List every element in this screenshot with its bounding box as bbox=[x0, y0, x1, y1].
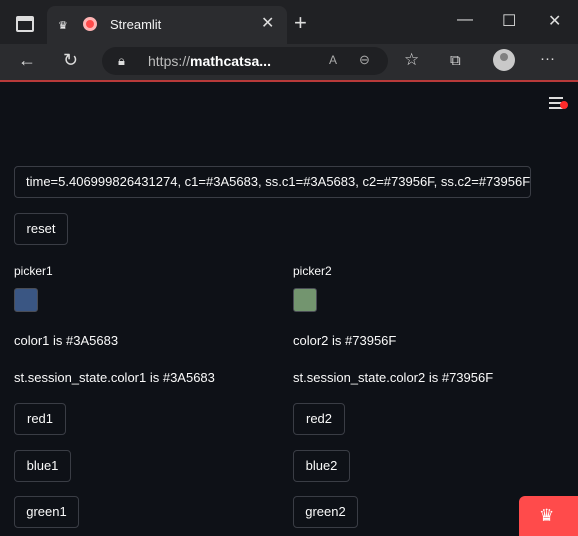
back-icon[interactable]: ← bbox=[18, 50, 36, 71]
collections-icon[interactable]: ⧉ bbox=[450, 52, 461, 69]
red2-button[interactable]: red2 bbox=[293, 403, 345, 435]
streamlit-badge[interactable]: ♛ bbox=[519, 496, 578, 536]
minimize-button[interactable]: — bbox=[457, 11, 473, 29]
crown-icon: ♛ bbox=[539, 506, 555, 525]
picker1-label: picker1 bbox=[14, 264, 53, 278]
color-picker1-swatch[interactable] bbox=[14, 288, 38, 312]
refresh-icon[interactable]: ↻ bbox=[63, 50, 78, 71]
crown-icon: ♛ bbox=[58, 20, 68, 32]
window-close-button[interactable]: ✕ bbox=[548, 11, 561, 31]
green1-button[interactable]: green1 bbox=[14, 496, 79, 528]
blue1-button[interactable]: blue1 bbox=[14, 450, 71, 482]
tab-actions-icon[interactable] bbox=[16, 16, 34, 32]
reset-button[interactable]: reset bbox=[14, 213, 68, 245]
record-icon bbox=[83, 17, 97, 31]
red1-button[interactable]: red1 bbox=[14, 403, 66, 435]
url-text: https://mathcatsa... bbox=[148, 53, 271, 69]
info-text: time=5.406999826431274, c1=#3A5683, ss.c… bbox=[14, 166, 531, 198]
close-icon[interactable]: ✕ bbox=[261, 13, 274, 33]
zoom-icon[interactable]: ⊖ bbox=[359, 52, 370, 68]
session-state-color2-text: st.session_state.color2 is #73956F bbox=[293, 370, 494, 385]
favorites-icon[interactable]: ☆ bbox=[404, 50, 419, 70]
session-state-color1-text: st.session_state.color1 is #3A5683 bbox=[14, 370, 215, 385]
green2-button[interactable]: green2 bbox=[293, 496, 358, 528]
browser-tab-bar: ♛ Streamlit ✕ + — ☐ ✕ bbox=[0, 0, 578, 44]
picker2-label: picker2 bbox=[293, 264, 332, 278]
read-aloud-icon[interactable]: A bbox=[329, 53, 337, 67]
url-host: mathcatsa... bbox=[190, 53, 271, 69]
color2-text: color2 is #73956F bbox=[293, 333, 397, 348]
tab-title: Streamlit bbox=[110, 17, 162, 32]
lock-icon[interactable]: 🔒︎ bbox=[118, 53, 125, 69]
profile-avatar[interactable] bbox=[493, 49, 515, 71]
maximize-button[interactable]: ☐ bbox=[502, 11, 516, 31]
notification-dot bbox=[560, 101, 568, 109]
url-scheme: https:// bbox=[148, 53, 191, 69]
more-menu-icon[interactable]: ··· bbox=[540, 50, 555, 67]
address-bar: ← ↻ 🔒︎ https://mathcatsa... A ⊖ ☆ ⧉ ··· bbox=[0, 44, 578, 82]
browser-tab[interactable]: ♛ Streamlit ✕ bbox=[47, 6, 287, 44]
new-tab-button[interactable]: + bbox=[294, 10, 307, 36]
blue2-button[interactable]: blue2 bbox=[293, 450, 350, 482]
color-picker2-swatch[interactable] bbox=[293, 288, 317, 312]
url-field[interactable]: 🔒︎ https://mathcatsa... A ⊖ bbox=[102, 47, 388, 75]
color1-text: color1 is #3A5683 bbox=[14, 333, 119, 348]
